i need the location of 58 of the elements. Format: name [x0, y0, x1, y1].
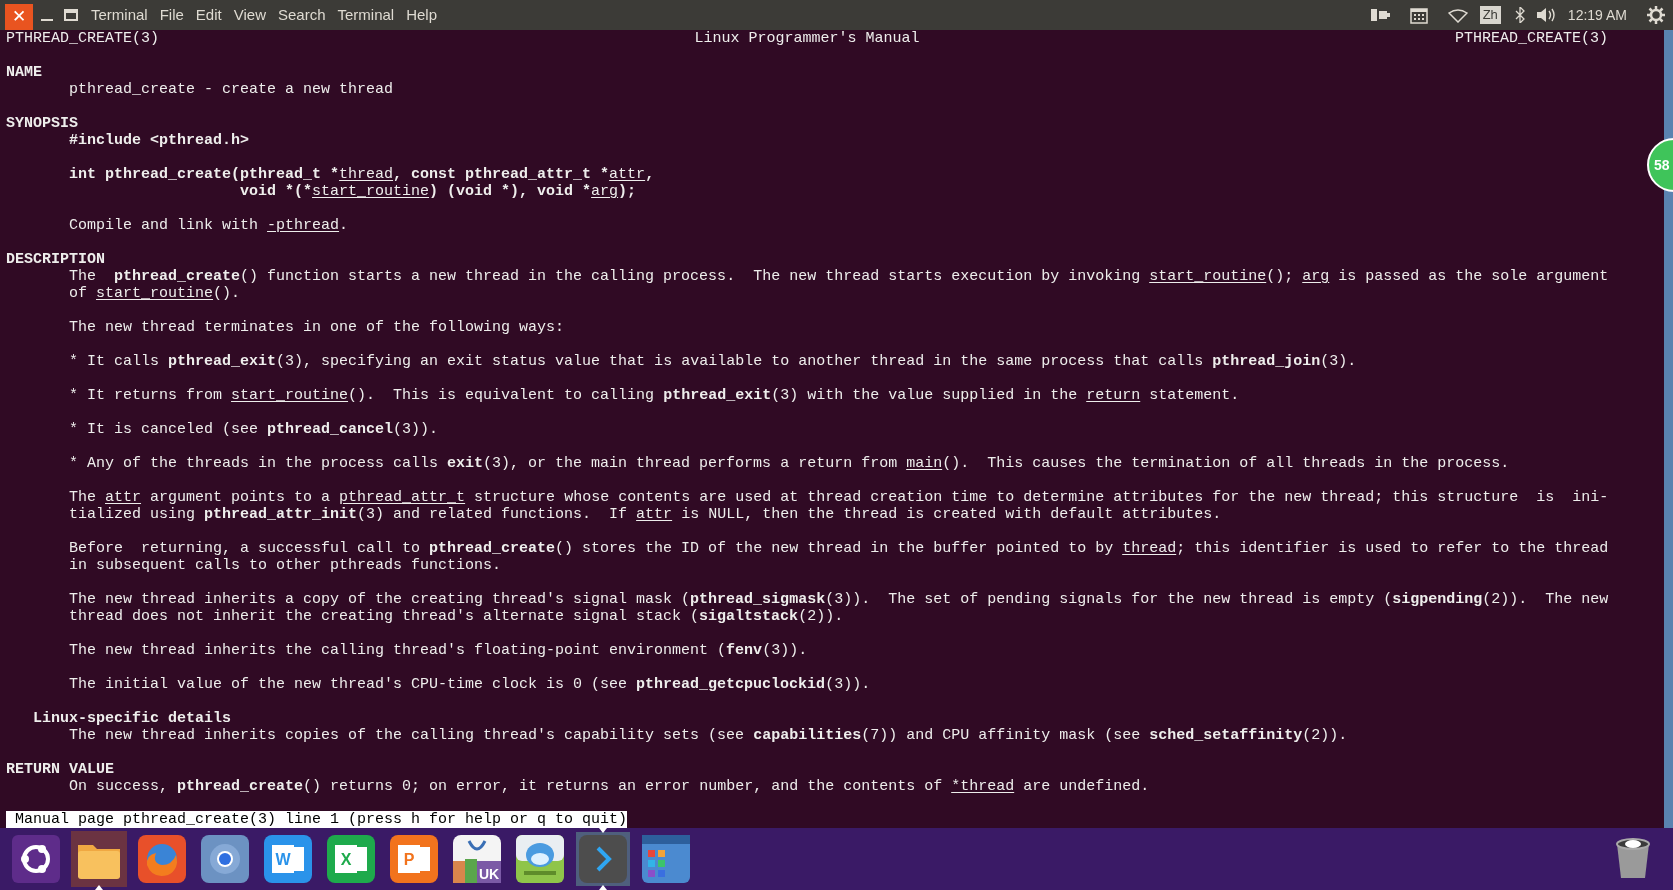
- menu-item[interactable]: View: [233, 3, 266, 27]
- menu-item[interactable]: Terminal: [337, 3, 395, 27]
- bluetooth-icon: [1514, 7, 1525, 23]
- manual-text-line: * It returns from start_routine(). This is equivalent to calling pthread_exit(3) with the value supplied in the return statement.: [68, 387, 1241, 404]
- manual-text-line: The new thread inherits a copy of the creating thread's signal mask (pthread_sigmask(3)). The set of pending signals for the new thread is empty (sigpending(2)). The new: [68, 591, 1610, 608]
- calendar-icon: [1409, 6, 1428, 24]
- manual-text-line: thread does not inherit the creating thread's alternate signal stack (sigaltstack(2)).: [68, 608, 845, 625]
- manual-text-line: The new thread terminates in one of the following ways:: [68, 319, 566, 336]
- menu-item[interactable]: Help: [406, 3, 438, 27]
- launcher-button[interactable]: [639, 832, 693, 886]
- manual-text-line: #include <pthread.h>: [68, 132, 251, 149]
- trash-icon: [1615, 838, 1651, 880]
- section-heading: DESCRIPTION: [6, 251, 107, 268]
- manual-text-line: * Any of the threads in the process calls exit(3), or the main thread performs a return from main(). This causes the termination of all threads in the process.: [68, 455, 1511, 472]
- clock[interactable]: 12:19 AM: [1567, 4, 1627, 26]
- gear-icon: [1647, 6, 1665, 24]
- minimize-icon: [41, 19, 53, 21]
- header-text: PTHREAD_CREATE(3): [6, 30, 160, 47]
- wifi-icon: [1447, 7, 1468, 23]
- launcher-button[interactable]: [513, 832, 567, 886]
- manual-text-line: The attr argument points to a pthread_attr_t structure whose contents are used at thread creation time to determine attributes for the new thread; this structure is ini-: [68, 489, 1610, 506]
- volume-icon: [1536, 7, 1556, 23]
- manual-text-line: of start_routine().: [68, 285, 242, 302]
- menu-item[interactable]: File: [159, 3, 184, 27]
- close-button[interactable]: ✕: [5, 4, 33, 30]
- app-grid-icon: [642, 835, 690, 883]
- section-heading: RETURN VALUE: [6, 761, 116, 778]
- robot-icon: [516, 835, 564, 883]
- ubuntu-logo-icon: [12, 835, 60, 883]
- manual-text-line: in subsequent calls to other pthreads functions.: [68, 557, 503, 574]
- manual-text-line: Before returning, a successful call to pthread_create() stores the ID of the new thread in the buffer pointed to by thread; this identifier is used to refer to the thread: [68, 540, 1610, 557]
- manual-text-line: Compile and link with -pthread.: [68, 217, 350, 234]
- manual-text-line: The new thread inherits the calling thread's floating-point environment (fenv(3)).: [68, 642, 809, 659]
- manual-text-line: pthread_create - create a new thread: [68, 81, 395, 98]
- fox-globe-icon: [138, 835, 186, 883]
- manual-text-line: The new thread inherits copies of the calling thread's capability sets (see capabilities(7)) and CPU affinity mask (see sched_setaffinity(2)).: [68, 727, 1349, 744]
- section-heading: NAME: [6, 64, 43, 81]
- manual-text-line: On success, pthread_create() returns 0; on error, it returns an error number, and the contents of *thread are undefined.: [68, 778, 1151, 795]
- manual-text-line: The pthread_create() function starts a new thread in the calling process. The new thread starts execution by invoking start_routine(); arg is passed as the sole argument: [68, 268, 1610, 285]
- manual-text-line: The initial value of the new thread's CPU-time clock is 0 (see pthread_getcpuclockid(3)).: [68, 676, 872, 693]
- manual-text-line: * It is canceled (see pthread_cancel(3)).: [68, 421, 440, 438]
- manual-text-line: * It calls pthread_exit(3), specifying an exit status value that is available to another thread in the same process that calls pthread_join(3).: [68, 353, 1358, 370]
- header-text: PTHREAD_CREATE(3): [1454, 30, 1608, 47]
- launcher-button[interactable]: [9, 832, 63, 886]
- menu-item[interactable]: Edit: [195, 3, 222, 27]
- chevron-icon: [579, 835, 627, 883]
- manual-text-line: tialized using pthread_attr_init(3) and related functions. If attr is NULL, then the thread is created with default attributes.: [68, 506, 1223, 523]
- plug-icon: [1370, 7, 1390, 23]
- menu-item[interactable]: Terminal: [91, 3, 148, 27]
- input-method-indicator[interactable]: Zh: [1479, 6, 1501, 24]
- manual-text-line: void *(*start_routine) (void *), void *arg);: [239, 183, 638, 200]
- maximize-icon: [64, 9, 78, 21]
- section-heading: SYNOPSIS: [6, 115, 79, 132]
- subsection-heading: Linux-specific details: [32, 710, 233, 727]
- menu-item[interactable]: Search: [277, 3, 326, 27]
- header-text: Linux Programmer's Manual: [694, 30, 920, 47]
- manual-text-line: int pthread_create(pthread_t *thread, const pthread_attr_t *attr,: [68, 166, 656, 183]
- launcher-button[interactable]: [198, 832, 252, 886]
